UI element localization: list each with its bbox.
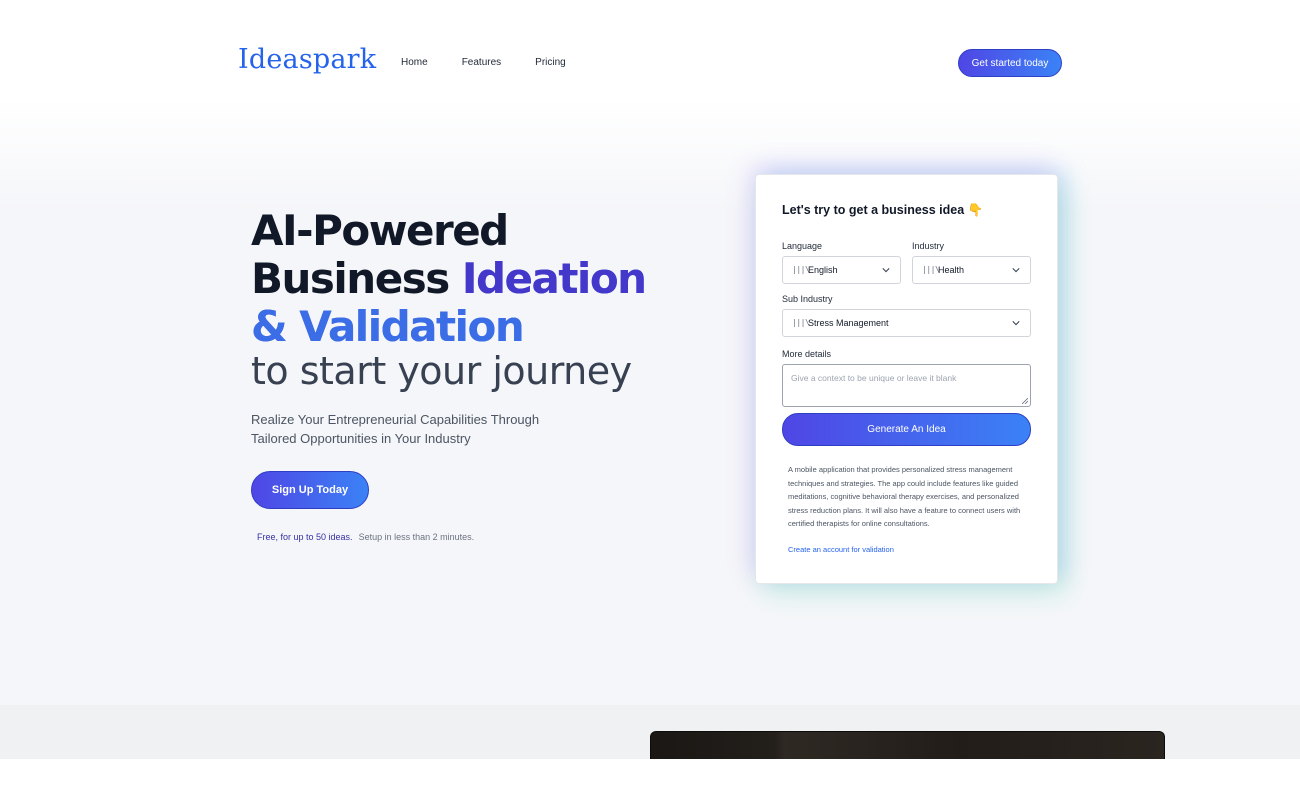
idea-generator-card: Let's try to get a business idea 👇 Langu… xyxy=(755,174,1058,584)
industry-label: Industry xyxy=(912,241,945,251)
industry-value: Health xyxy=(938,265,965,275)
resize-grip-icon[interactable] xyxy=(1022,398,1028,404)
hero-headline-line2: Business Ideation xyxy=(251,254,647,303)
chevron-down-icon xyxy=(882,268,890,273)
nav-pricing[interactable]: Pricing xyxy=(535,57,566,68)
pricing-note: Free, for up to 50 ideas. Setup in less t… xyxy=(257,532,474,542)
details-placeholder: Give a context to be unique or leave it … xyxy=(791,373,957,383)
nav-features[interactable]: Features xyxy=(462,57,501,68)
subindustry-value: Stress Management xyxy=(808,318,889,328)
setup-time-note: Setup in less than 2 minutes. xyxy=(358,532,475,542)
form-title: Let's try to get a business idea 👇 xyxy=(782,203,984,217)
hero-subheadline: to start your journey xyxy=(251,349,632,393)
language-select[interactable]: |||\ English xyxy=(782,256,901,284)
industry-select[interactable]: |||\ Health xyxy=(912,256,1031,284)
logo[interactable]: Ideaspark xyxy=(238,44,376,75)
language-value: English xyxy=(808,265,838,275)
library-icon: |||\ xyxy=(792,265,810,274)
library-icon: |||\ xyxy=(922,265,940,274)
sign-up-button[interactable]: Sign Up Today xyxy=(251,471,369,509)
language-label: Language xyxy=(782,241,823,251)
free-ideas-note: Free, for up to 50 ideas. xyxy=(257,532,353,542)
generated-idea-text: A mobile application that provides perso… xyxy=(788,465,1021,528)
create-account-link[interactable]: Create an account for validation xyxy=(788,545,894,554)
hero-description: Realize Your Entrepreneurial Capabilitie… xyxy=(251,412,540,446)
hero-headline-ideation: Ideation xyxy=(461,254,647,303)
library-icon: |||\ xyxy=(792,318,810,327)
subindustry-select[interactable]: |||\ Stress Management xyxy=(782,309,1031,337)
hero-headline-business: Business xyxy=(251,254,462,303)
main-nav: Home Features Pricing xyxy=(401,57,600,68)
hero-headline-validation: & Validation xyxy=(251,302,525,351)
chevron-down-icon xyxy=(1012,321,1020,326)
subindustry-label: Sub Industry xyxy=(782,294,833,304)
details-label: More details xyxy=(782,349,832,359)
hero-background xyxy=(0,0,1300,705)
details-textarea[interactable]: Give a context to be unique or leave it … xyxy=(782,364,1031,407)
nav-home[interactable]: Home xyxy=(401,57,428,68)
chevron-down-icon xyxy=(1012,268,1020,273)
generate-idea-button[interactable]: Generate An Idea xyxy=(782,413,1031,446)
video-thumbnail[interactable] xyxy=(650,731,1165,759)
get-started-button[interactable]: Get started today xyxy=(958,49,1062,77)
hero-headline-line1: AI-Powered xyxy=(251,206,509,255)
